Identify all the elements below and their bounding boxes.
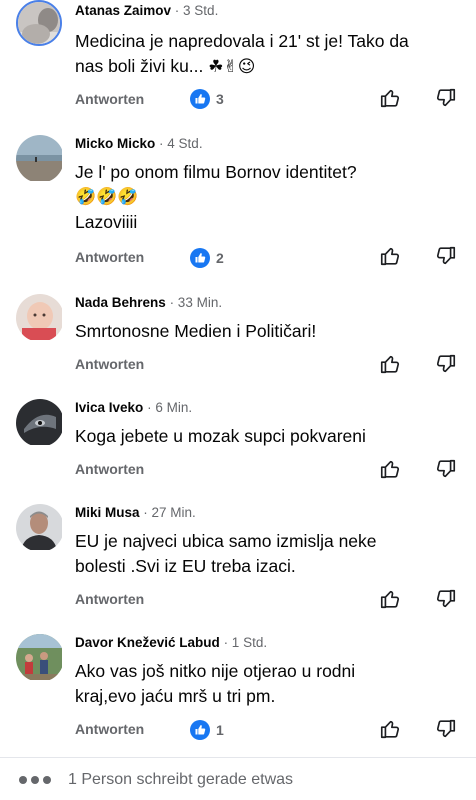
beach-landscape-photo xyxy=(16,135,62,181)
avatar[interactable] xyxy=(16,294,64,342)
avatar[interactable] xyxy=(16,0,62,46)
reaction-count: 1 xyxy=(216,722,224,738)
comment-line: Je l' po onom filmu Bornov identitet? xyxy=(75,162,357,182)
comment-meta: Davor Knežević Labud · 1 Std. xyxy=(75,635,267,651)
man-portrait-photo xyxy=(16,504,62,550)
like-reaction-icon xyxy=(190,248,210,268)
thumbs-up-icon[interactable] xyxy=(379,588,401,610)
reaction-count: 2 xyxy=(216,250,224,266)
comment-line: Smrtonosne Medien i Političari! xyxy=(75,321,317,341)
timestamp[interactable]: · 6 Min. xyxy=(147,400,192,415)
author-name[interactable]: Micko Micko xyxy=(75,136,155,151)
reply-button[interactable]: Antworten xyxy=(75,591,144,607)
reply-button[interactable]: Antworten xyxy=(75,249,144,265)
reply-button[interactable]: Antworten xyxy=(75,356,144,372)
comment-line-text: nas boli živi ku... xyxy=(75,56,204,76)
thumbs-up-icon[interactable] xyxy=(379,353,401,375)
comment-line: EU je najveci ubica samo izmislja neke xyxy=(75,531,377,551)
like-reaction-icon xyxy=(190,720,210,740)
thumbs-down-icon[interactable] xyxy=(435,718,457,740)
reaction-summary[interactable]: 2 xyxy=(190,248,224,268)
comment-text: Je l' po onom filmu Bornov identitet? 🤣🤣… xyxy=(75,160,465,235)
thumbs-up-icon[interactable] xyxy=(379,718,401,740)
comment-line: bolesti .Svi iz EU treba izaci. xyxy=(75,556,296,576)
typing-text: 1 Person schreibt gerade etwas xyxy=(68,771,294,788)
avatar[interactable] xyxy=(16,504,64,552)
person-silhouette-photo xyxy=(18,2,60,44)
timestamp[interactable]: · 3 Std. xyxy=(175,3,219,18)
comment-text: Ako vas još nitko nije otjerao u rodni k… xyxy=(75,659,465,709)
emoji: ☘✌😉 xyxy=(208,57,256,77)
comment-line: nas boli živi ku... ☘✌😉 xyxy=(75,54,465,80)
comment-meta: Miki Musa · 27 Min. xyxy=(75,505,196,521)
comment-meta: Nada Behrens · 33 Min. xyxy=(75,295,222,311)
timestamp[interactable]: · 4 Std. xyxy=(159,136,203,151)
comment-text: Medicina je napredovala i 21' st je! Tak… xyxy=(75,29,465,80)
like-reaction-icon xyxy=(190,89,210,109)
reply-button[interactable]: Antworten xyxy=(75,461,144,477)
comment-meta: Atanas Zaimov · 3 Std. xyxy=(75,3,218,19)
thumbs-down-icon[interactable] xyxy=(435,588,457,610)
comment-text: Koga jebete u mozak supci pokvareni xyxy=(75,424,465,449)
timestamp[interactable]: · 27 Min. xyxy=(143,505,196,520)
typing-indicator: 1 Person schreibt gerade etwas xyxy=(18,771,293,789)
thumbs-down-icon[interactable] xyxy=(435,245,457,267)
avatar[interactable] xyxy=(16,135,64,183)
reply-button[interactable]: Antworten xyxy=(75,91,144,107)
baby-photo xyxy=(16,294,62,340)
comment-text: Smrtonosne Medien i Političari! xyxy=(75,319,465,344)
comment-line: kraj,evo jaću mrš u tri pm. xyxy=(75,686,276,706)
thumbs-down-icon[interactable] xyxy=(435,87,457,109)
timestamp[interactable]: · 1 Std. xyxy=(224,635,268,650)
thumbs-down-icon[interactable] xyxy=(435,458,457,480)
divider xyxy=(0,757,476,758)
reaction-count: 3 xyxy=(216,91,224,107)
thumbs-up-icon[interactable] xyxy=(379,245,401,267)
author-name[interactable]: Ivica Iveko xyxy=(75,400,143,415)
author-name[interactable]: Miki Musa xyxy=(75,505,140,520)
avatar[interactable] xyxy=(16,399,64,447)
thumbs-up-icon[interactable] xyxy=(379,87,401,109)
avatar[interactable] xyxy=(16,634,64,682)
comment-meta: Ivica Iveko · 6 Min. xyxy=(75,400,192,416)
author-name[interactable]: Nada Behrens xyxy=(75,295,166,310)
thumbs-up-icon[interactable] xyxy=(379,458,401,480)
thumbs-down-icon[interactable] xyxy=(435,353,457,375)
emoji: 🤣🤣🤣 xyxy=(75,187,139,207)
reaction-summary[interactable]: 1 xyxy=(190,720,224,740)
group-outdoor-photo xyxy=(16,634,62,680)
typing-dots-icon xyxy=(19,776,51,784)
dark-face-photo xyxy=(16,399,62,445)
reply-button[interactable]: Antworten xyxy=(75,721,144,737)
comment-line: Lazoviiii xyxy=(75,212,138,232)
comment-text: EU je najveci ubica samo izmislja neke b… xyxy=(75,529,465,579)
author-name[interactable]: Davor Knežević Labud xyxy=(75,635,220,650)
timestamp[interactable]: · 33 Min. xyxy=(170,295,223,310)
reaction-summary[interactable]: 3 xyxy=(190,89,224,109)
comment-line: Medicina je napredovala i 21' st je! Tak… xyxy=(75,31,409,51)
author-name[interactable]: Atanas Zaimov xyxy=(75,3,171,18)
comment-meta: Micko Micko · 4 Std. xyxy=(75,136,203,152)
comment-line: Koga jebete u mozak supci pokvareni xyxy=(75,426,366,446)
comment-line: Ako vas još nitko nije otjerao u rodni xyxy=(75,661,356,681)
